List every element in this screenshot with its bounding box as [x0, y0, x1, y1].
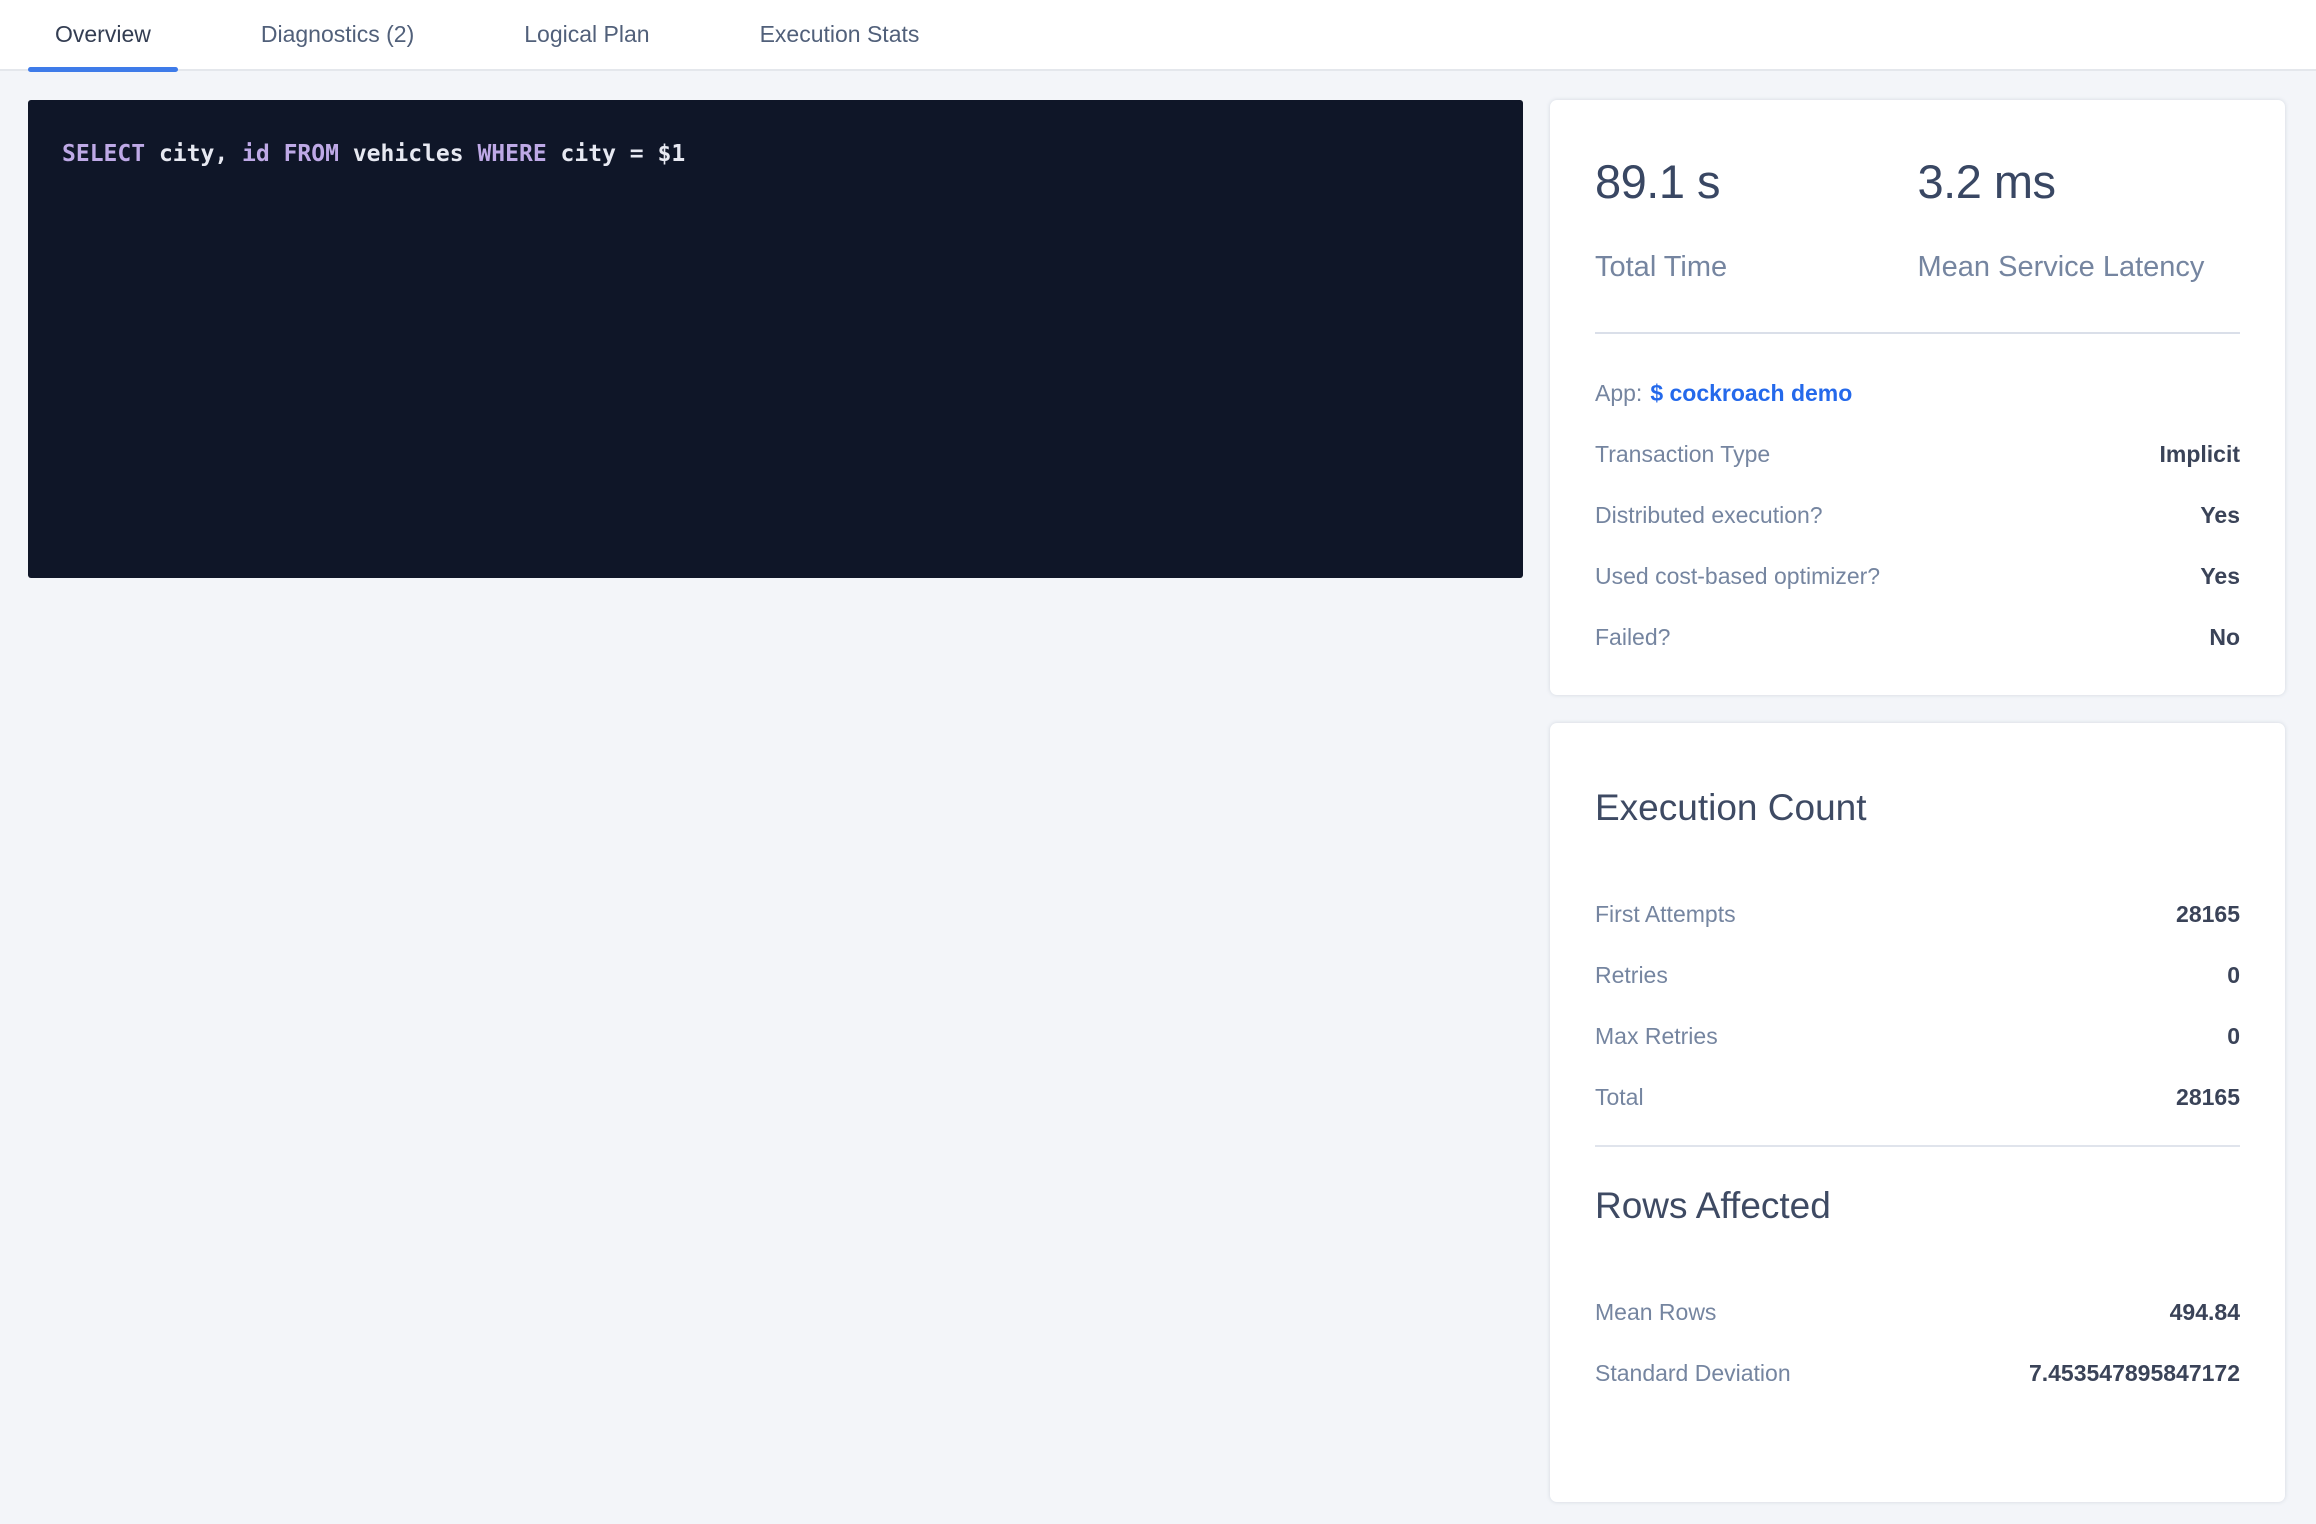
max-retries-row: Max Retries 0	[1595, 1023, 2240, 1050]
mean-service-latency-value: 3.2 ms	[1918, 154, 2241, 209]
distributed-execution-row: Distributed execution? Yes	[1595, 502, 2240, 529]
first-attempts-label: First Attempts	[1595, 901, 1736, 928]
counts-divider	[1595, 1145, 2240, 1147]
app-link[interactable]: $ cockroach demo	[1650, 380, 1852, 406]
total-value: 28165	[2176, 1084, 2240, 1111]
tab-overview[interactable]: Overview	[28, 0, 178, 70]
cost-based-optimizer-value: Yes	[2200, 563, 2240, 590]
sql-token-from: FROM	[284, 141, 353, 167]
app-row: App: $ cockroach demo	[1595, 380, 2240, 407]
first-attempts-row: First Attempts 28165	[1595, 901, 2240, 928]
statement-details-tabbar: Overview Diagnostics (2) Logical Plan Ex…	[0, 0, 2316, 71]
total-time-stat: 89.1 s Total Time	[1595, 154, 1918, 284]
mean-service-latency-label: Mean Service Latency	[1918, 251, 2241, 284]
tab-logical-plan[interactable]: Logical Plan	[497, 0, 676, 70]
summary-detail-rows: App: $ cockroach demo Transaction Type Im…	[1595, 380, 2240, 651]
sql-token-id: id	[242, 141, 284, 167]
mean-rows-label: Mean Rows	[1595, 1299, 1716, 1326]
standard-deviation-row: Standard Deviation 7.453547895847172	[1595, 1360, 2240, 1387]
tab-execution-stats[interactable]: Execution Stats	[733, 0, 947, 70]
transaction-type-label: Transaction Type	[1595, 441, 1770, 468]
summary-stats-grid: 89.1 s Total Time 3.2 ms Mean Service La…	[1595, 154, 2240, 284]
total-row: Total 28165	[1595, 1084, 2240, 1111]
cost-based-optimizer-label: Used cost-based optimizer?	[1595, 563, 1880, 590]
rows-affected-title: Rows Affected	[1595, 1185, 2240, 1227]
total-time-label: Total Time	[1595, 251, 1918, 284]
summary-card: 89.1 s Total Time 3.2 ms Mean Service La…	[1550, 100, 2285, 695]
app-label: App:	[1595, 380, 1642, 406]
failed-row: Failed? No	[1595, 624, 2240, 651]
standard-deviation-label: Standard Deviation	[1595, 1360, 1791, 1387]
sql-token-select: SELECT	[62, 141, 159, 167]
sql-token-predicate: city = $1	[561, 141, 686, 167]
transaction-type-row: Transaction Type Implicit	[1595, 441, 2240, 468]
standard-deviation-value: 7.453547895847172	[2029, 1360, 2240, 1387]
sql-statement-box: SELECT city, id FROM vehicles WHERE city…	[28, 100, 1523, 578]
retries-row: Retries 0	[1595, 962, 2240, 989]
max-retries-label: Max Retries	[1595, 1023, 1718, 1050]
retries-value: 0	[2227, 962, 2240, 989]
mean-rows-value: 494.84	[2170, 1299, 2240, 1326]
sql-token-table: vehicles	[353, 141, 478, 167]
total-time-value: 89.1 s	[1595, 154, 1918, 209]
distributed-execution-value: Yes	[2200, 502, 2240, 529]
sql-statement-text: SELECT city, id FROM vehicles WHERE city…	[62, 138, 1489, 170]
mean-rows-row: Mean Rows 494.84	[1595, 1299, 2240, 1326]
execution-count-card: Execution Count First Attempts 28165 Ret…	[1550, 723, 2285, 1502]
sql-token-columns: city,	[159, 141, 242, 167]
retries-label: Retries	[1595, 962, 1668, 989]
total-label: Total	[1595, 1084, 1644, 1111]
statement-overview-content: SELECT city, id FROM vehicles WHERE city…	[0, 71, 2316, 1502]
summary-divider	[1595, 332, 2240, 334]
rows-affected-section: Rows Affected Mean Rows 494.84 Standard …	[1595, 1185, 2240, 1387]
execution-count-rows: First Attempts 28165 Retries 0 Max Retri…	[1595, 901, 2240, 1111]
mean-service-latency-stat: 3.2 ms Mean Service Latency	[1918, 154, 2241, 284]
cost-based-optimizer-row: Used cost-based optimizer? Yes	[1595, 563, 2240, 590]
first-attempts-value: 28165	[2176, 901, 2240, 928]
execution-count-section: Execution Count First Attempts 28165 Ret…	[1595, 787, 2240, 1111]
tab-diagnostics[interactable]: Diagnostics (2)	[234, 0, 441, 70]
distributed-execution-label: Distributed execution?	[1595, 502, 1823, 529]
transaction-type-value: Implicit	[2159, 441, 2240, 468]
statement-stats-column: 89.1 s Total Time 3.2 ms Mean Service La…	[1550, 100, 2285, 1502]
sql-token-where: WHERE	[477, 141, 560, 167]
failed-value: No	[2209, 624, 2240, 651]
max-retries-value: 0	[2227, 1023, 2240, 1050]
failed-label: Failed?	[1595, 624, 1670, 651]
execution-count-title: Execution Count	[1595, 787, 2240, 829]
rows-affected-rows: Mean Rows 494.84 Standard Deviation 7.45…	[1595, 1299, 2240, 1387]
